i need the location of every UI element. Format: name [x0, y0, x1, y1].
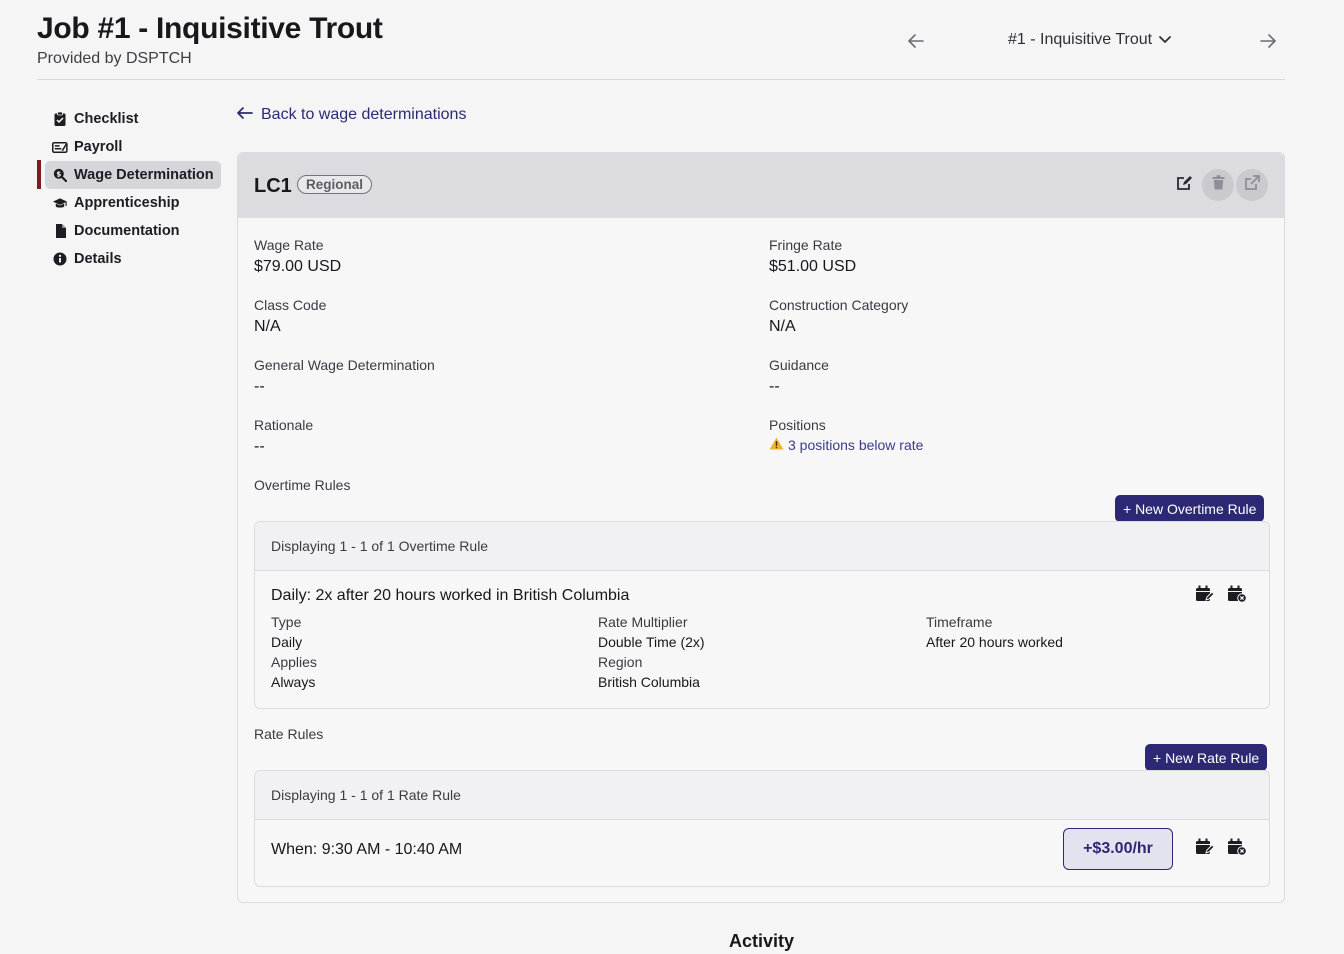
page-subtitle: Provided by DSPTCH: [37, 50, 192, 67]
wage-determination-title: LC1: [254, 175, 292, 197]
calendar-edit-icon: [1195, 838, 1215, 861]
general-wage-determination-label: General Wage Determination: [254, 357, 435, 373]
sidebar-item-label: Details: [74, 251, 122, 267]
construction-category-label: Construction Category: [769, 297, 909, 313]
new-overtime-rule-button[interactable]: + New Overtime Rule: [1115, 495, 1265, 522]
svg-text:$: $: [56, 170, 61, 178]
fringe-rate-label: Fringe Rate: [769, 237, 843, 253]
sidebar-item-wage-determination[interactable]: $ Wage Determination: [37, 160, 221, 189]
rate-rules-table: Displaying 1 - 1 of 1 Rate Rule When: 9:…: [254, 770, 1270, 887]
fringe-rate-value: $51.00 USD: [769, 258, 857, 275]
rate-multiplier-label: Rate Multiplier: [598, 614, 688, 630]
sidebar-item-label: Apprenticeship: [74, 195, 180, 211]
sidebar-item-apprenticeship[interactable]: Apprenticeship: [37, 189, 221, 217]
overtime-rules-count: Displaying 1 - 1 of 1 Overtime Rule: [255, 522, 1269, 571]
region-value: British Columbia: [598, 674, 700, 690]
rationale-label: Rationale: [254, 417, 314, 433]
edit-rate-rule-button[interactable]: [1194, 838, 1216, 861]
clipboard-check-icon: [52, 111, 68, 127]
general-wage-determination-value: --: [254, 378, 265, 395]
job-selector-dropdown[interactable]: #1 - Inquisitive Trout: [1008, 31, 1172, 49]
money-check-icon: [52, 139, 68, 155]
positions-below-rate-link[interactable]: 3 positions below rate: [769, 437, 923, 453]
header-divider: [37, 79, 1285, 80]
overtime-rules-table: Displaying 1 - 1 of 1 Overtime Rule Dail…: [254, 521, 1270, 709]
guidance-label: Guidance: [769, 357, 829, 373]
search-dollar-icon: $: [52, 167, 68, 183]
overtime-rule-title: Daily: 2x after 20 hours worked in Briti…: [271, 587, 630, 604]
wage-determination-card: LC1 Regional Wage Rate $79.00 USD Class …: [237, 152, 1285, 903]
delete-overtime-rule-button[interactable]: [1226, 585, 1248, 608]
edit-icon: [1176, 175, 1193, 196]
delete-rate-rule-button[interactable]: [1226, 838, 1248, 861]
info-circle-icon: [52, 251, 68, 267]
guidance-value: --: [769, 378, 780, 395]
sidebar-item-label: Wage Determination: [74, 167, 214, 183]
file-icon: [52, 223, 68, 239]
open-external-button[interactable]: [1236, 169, 1268, 201]
activity-heading: Activity: [729, 931, 795, 951]
back-to-wage-determinations-link[interactable]: Back to wage determinations: [237, 106, 466, 124]
new-rate-rule-button[interactable]: + New Rate Rule: [1145, 744, 1268, 771]
sidebar-item-label: Payroll: [74, 139, 123, 155]
rate-rule-when: When: 9:30 AM - 10:40 AM: [271, 841, 463, 858]
delete-button[interactable]: [1202, 169, 1234, 201]
calendar-edit-icon: [1195, 585, 1215, 608]
rationale-value: --: [254, 438, 265, 455]
overtime-rules-heading: Overtime Rules: [254, 477, 351, 493]
job-selector-label: #1 - Inquisitive Trout: [1008, 31, 1153, 48]
edit-overtime-rule-button[interactable]: [1194, 585, 1216, 608]
class-code-label: Class Code: [254, 297, 327, 313]
edit-button[interactable]: [1168, 169, 1200, 201]
timeframe-label: Timeframe: [926, 614, 993, 630]
wage-rate-value: $79.00 USD: [254, 258, 342, 275]
wage-rate-label: Wage Rate: [254, 237, 324, 253]
positions-label: Positions: [769, 417, 826, 433]
applies-label: Applies: [271, 654, 317, 670]
sidebar-item-label: Checklist: [74, 111, 139, 127]
positions-below-rate-label: 3 positions below rate: [788, 437, 924, 453]
back-link-label: Back to wage determinations: [261, 106, 467, 123]
type-value: Daily: [271, 634, 303, 650]
graduation-cap-icon: [52, 195, 68, 211]
type-label: Type: [271, 614, 302, 630]
rate-multiplier-value: Double Time (2x): [598, 634, 705, 650]
rate-rules-count: Displaying 1 - 1 of 1 Rate Rule: [255, 771, 1269, 820]
chevron-down-icon: [1158, 31, 1172, 49]
sidebar-item-checklist[interactable]: Checklist: [37, 105, 221, 133]
calendar-times-icon: [1227, 838, 1247, 861]
rate-amount-pill[interactable]: +$3.00/hr: [1063, 828, 1173, 870]
trash-icon: [1212, 175, 1225, 195]
sidebar-item-payroll[interactable]: Payroll: [37, 133, 221, 161]
sidebar-item-details[interactable]: Details: [37, 245, 221, 273]
next-job-arrow-icon[interactable]: [1255, 28, 1281, 54]
calendar-times-icon: [1227, 585, 1247, 608]
region-label: Region: [598, 654, 643, 670]
previous-job-arrow-icon[interactable]: [903, 28, 929, 54]
applies-value: Always: [271, 674, 316, 690]
sidebar-nav: Checklist Payroll $ Wage Determination A…: [37, 105, 221, 273]
page-title: Job #1 - Inquisitive Trout: [37, 12, 383, 45]
card-header: LC1 Regional: [238, 153, 1284, 218]
regional-badge: Regional: [297, 175, 373, 194]
class-code-value: N/A: [254, 318, 281, 335]
sidebar-item-label: Documentation: [74, 223, 180, 239]
external-link-icon: [1244, 174, 1260, 196]
warning-icon: [769, 437, 784, 453]
sidebar-item-documentation[interactable]: Documentation: [37, 217, 221, 245]
construction-category-value: N/A: [769, 318, 796, 335]
arrow-left-icon: [237, 106, 253, 124]
rate-rules-heading: Rate Rules: [254, 726, 324, 742]
timeframe-value: After 20 hours worked: [926, 634, 1063, 650]
